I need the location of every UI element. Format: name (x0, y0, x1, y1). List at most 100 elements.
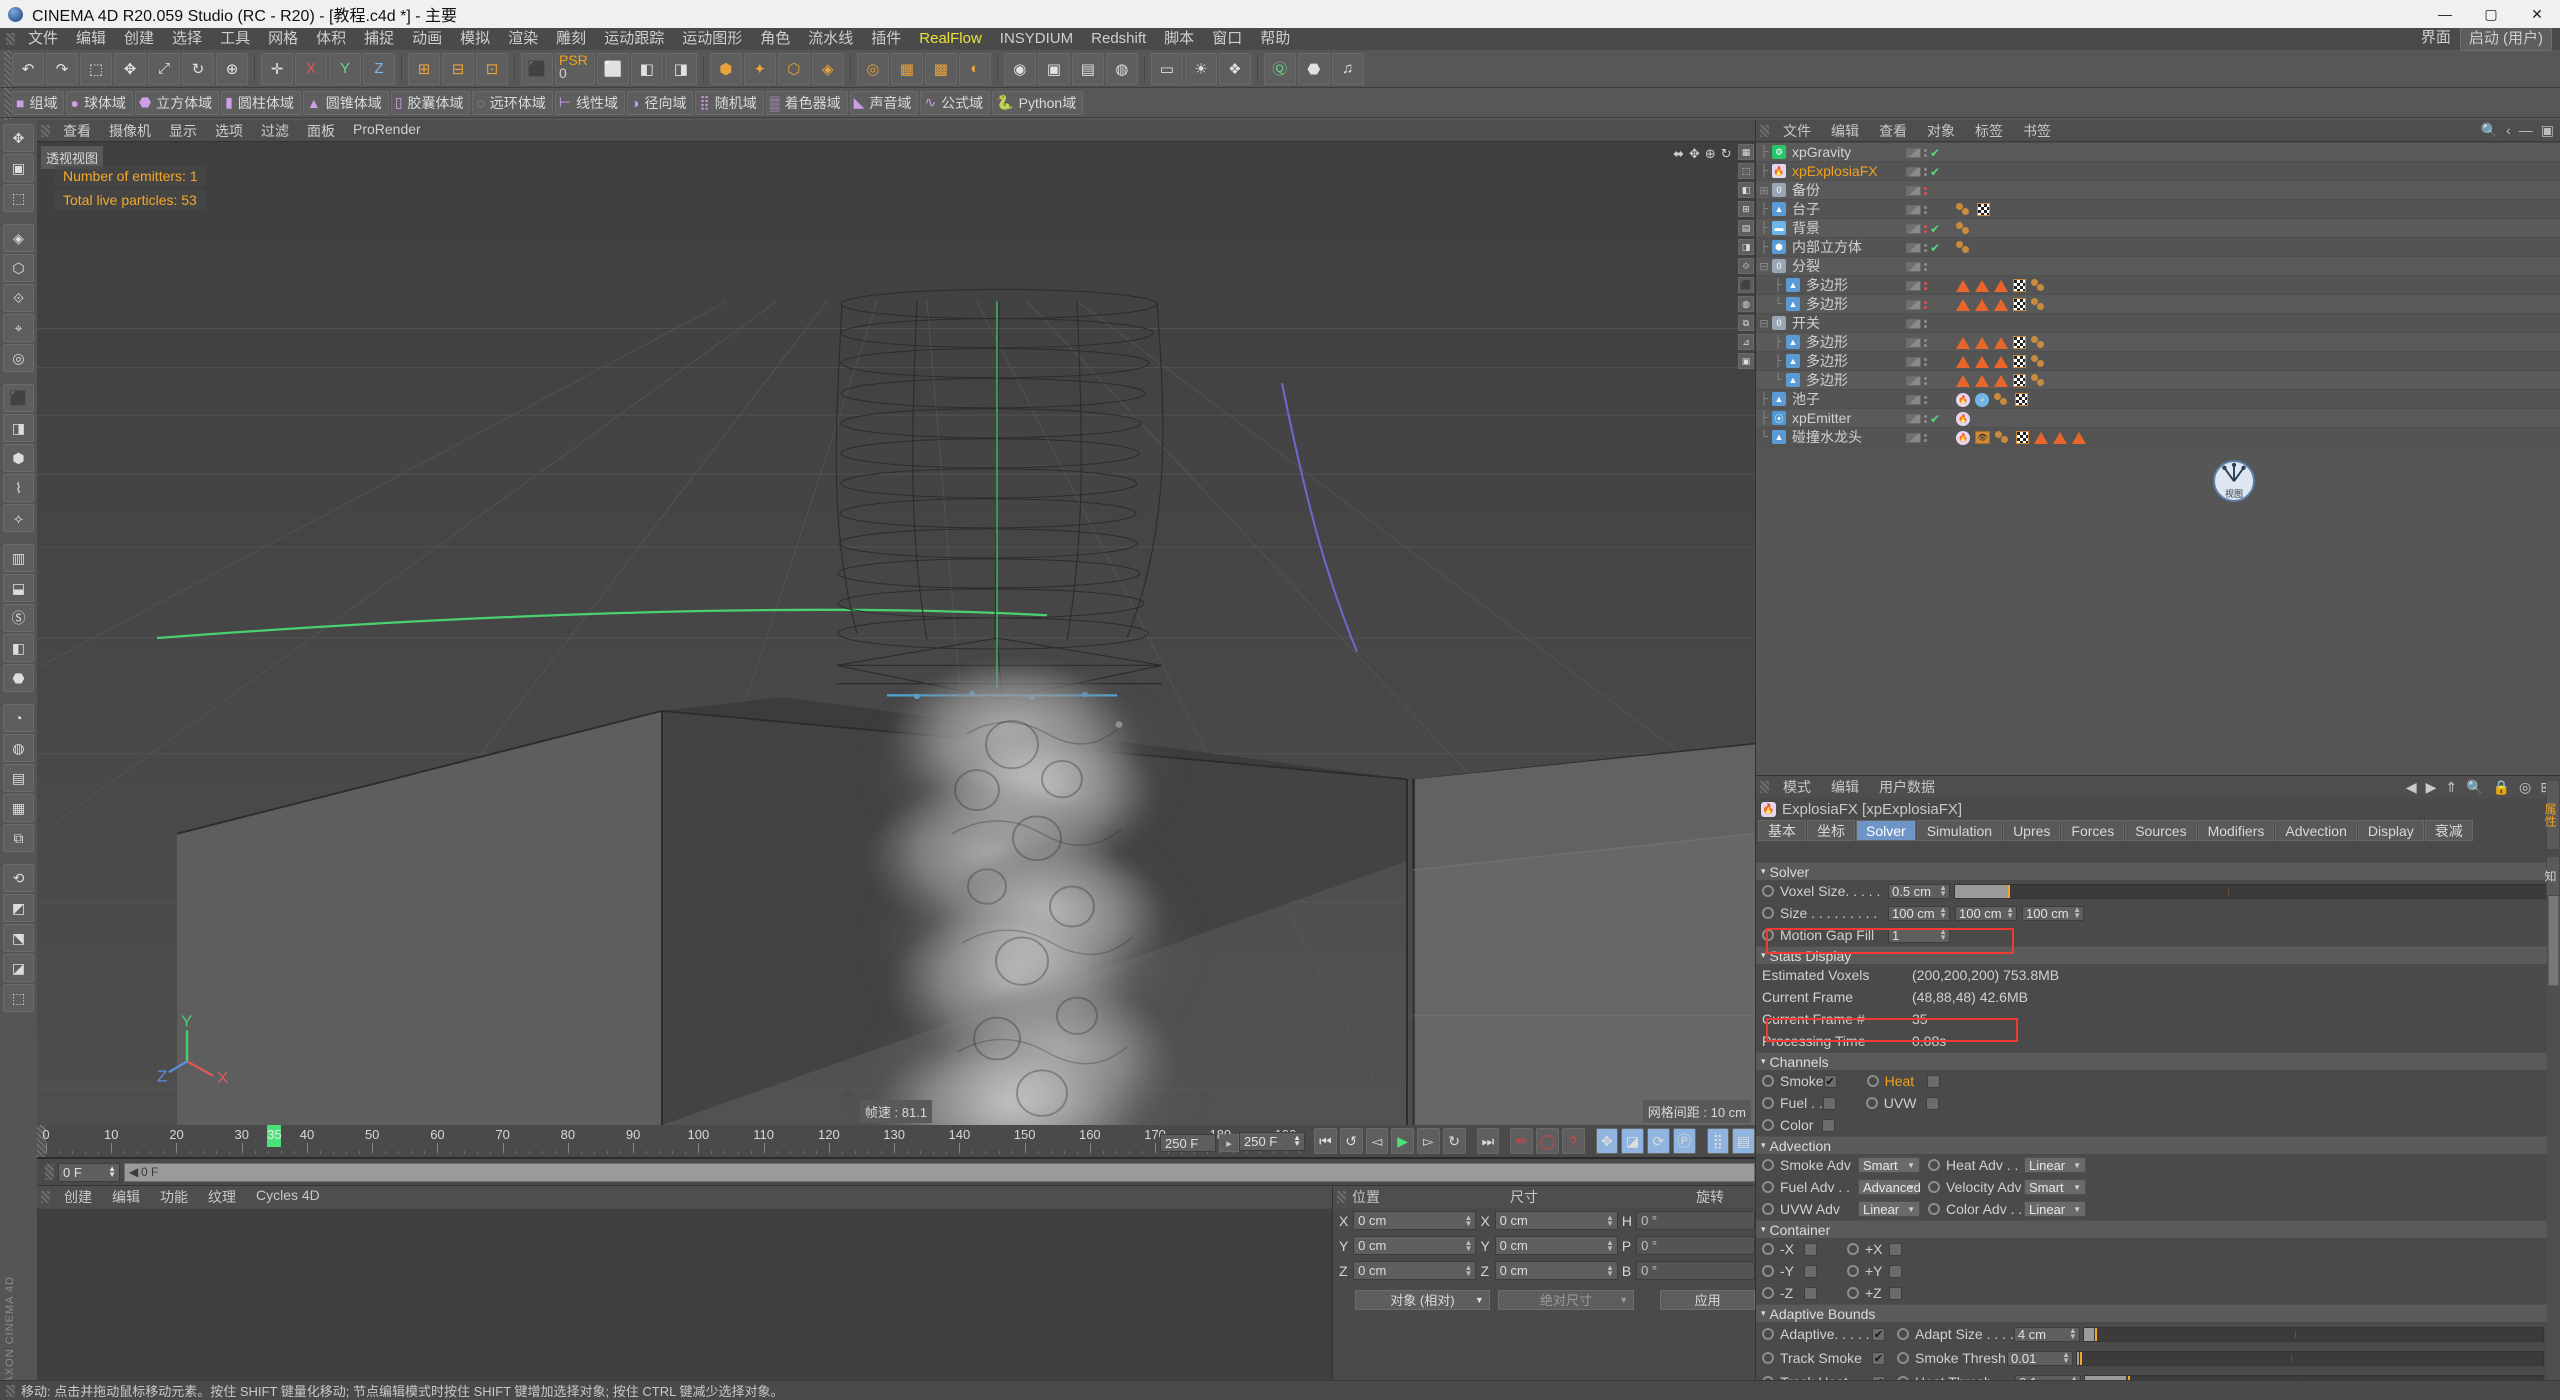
tree-toggle-icon[interactable]: └ (1756, 431, 1772, 443)
object-visibility-dots[interactable]: ✔ (1906, 162, 1940, 181)
object-menu-2[interactable]: 查看 (1869, 121, 1917, 141)
object-visibility-dots[interactable] (1906, 276, 1927, 295)
spinner-icon[interactable]: ▲▼ (1293, 1135, 1301, 1147)
visibility-toggle-icon[interactable] (1906, 376, 1921, 386)
minimize-panel-icon[interactable]: — (2519, 122, 2533, 139)
coord-input-rotation-H[interactable]: 0 ° (1636, 1211, 1755, 1230)
object-row[interactable]: └▲碰撞水龙头🔥👁 (1756, 428, 2560, 447)
left-tool-21[interactable]: ▦ (3, 794, 34, 822)
viewport-pan-icon[interactable]: ✥ (1689, 146, 1700, 162)
tree-toggle-icon[interactable]: ├ (1756, 146, 1772, 158)
motion-gap-fill-input[interactable]: 1 ▲▼ (1888, 928, 1950, 943)
visibility-dots-icon[interactable] (1924, 206, 1927, 214)
left-tool-15[interactable]: Ⓢ (3, 604, 34, 632)
advection-Fuel Adv . .[interactable]: Fuel Adv . .Advanced▼ (1762, 1179, 1920, 1195)
visibility-dots-icon[interactable] (1924, 434, 1927, 442)
chevron-down-icon[interactable]: ▼ (1907, 1183, 1915, 1192)
object-name[interactable]: 背景 (1792, 218, 1820, 238)
field-button-圆柱体域[interactable]: ▮圆柱体域 (221, 91, 301, 115)
object-row[interactable]: ⊟0开关 (1756, 314, 2560, 333)
object-menu-3[interactable]: 对象 (1917, 121, 1965, 141)
menu-item-16[interactable]: 插件 (862, 28, 910, 50)
polygon-tag-icon[interactable] (1956, 280, 1970, 292)
object-row[interactable]: └▲多边形 (1756, 371, 2560, 390)
attribute-tabs[interactable]: 基本坐标SolverSimulationUpresForcesSourcesMo… (1756, 820, 2560, 841)
adaptive-radio[interactable] (1762, 1328, 1774, 1340)
material-tag-icon[interactable] (2013, 355, 2026, 368)
object-menu-5[interactable]: 书签 (2013, 121, 2061, 141)
menu-item-17[interactable]: RealFlow (910, 28, 991, 50)
left-tool-20[interactable]: ▤ (3, 764, 34, 792)
tree-toggle-icon[interactable]: ⊟ (1756, 317, 1772, 330)
menu-item-9[interactable]: 模拟 (451, 28, 499, 50)
expand-panel-icon[interactable]: ▣ (2541, 122, 2554, 139)
viewport-menu-4[interactable]: 过滤 (252, 121, 298, 141)
object-row[interactable]: ├▬背景✔ (1756, 219, 2560, 238)
object-name[interactable]: 开关 (1792, 313, 1820, 333)
left-tool-22[interactable]: ⧉ (3, 824, 34, 852)
object-manager[interactable]: 文件编辑查看对象标签书签 🔍 ‹ — ▣ ├⚙xpGravity✔├🔥xpExp… (1755, 120, 2560, 775)
channel-Color[interactable]: Color (1762, 1117, 1835, 1133)
left-tool-10[interactable]: ⬢ (3, 444, 34, 472)
toolbar-button-22[interactable]: ◎ (857, 53, 889, 85)
object-menu-4[interactable]: 标签 (1965, 121, 2013, 141)
coordinates-row-2[interactable]: Z0 cm▲▼Z0 cm▲▼B0 ° (1333, 1258, 1755, 1283)
group-advection[interactable]: ▾ Advection (1756, 1136, 2560, 1154)
coordinates-row-1[interactable]: Y0 cm▲▼Y0 cm▲▼P0 ° (1333, 1233, 1755, 1258)
playback-button-9[interactable]: ? (1562, 1128, 1585, 1154)
polygon-tag-icon[interactable] (1994, 299, 2008, 311)
viewport-right-toolstrip[interactable]: ▦⬚◧⊞▤◨⟐⬛◍⧉⊿▣ (1737, 144, 1755, 369)
advection-radio[interactable] (1762, 1181, 1774, 1193)
advection-rows[interactable]: Smoke AdvSmart▼Heat Adv . .Linear▼Fuel A… (1756, 1154, 2560, 1220)
size-radio[interactable] (1762, 907, 1774, 919)
tree-toggle-icon[interactable]: ├ (1770, 355, 1786, 367)
adaptive-slider-1[interactable] (2076, 1351, 2544, 1366)
advection-radio[interactable] (1928, 1159, 1940, 1171)
target-icon[interactable]: ◎ (2519, 779, 2531, 796)
field-button-圆锥体域[interactable]: ▲圆锥体域 (303, 91, 389, 115)
toolbar-button-35[interactable]: ♫ (1332, 53, 1364, 85)
dynamics-tag-icon[interactable] (2031, 298, 2047, 311)
channel-radio[interactable] (1866, 1097, 1878, 1109)
object-name[interactable]: 碰撞水龙头 (1792, 427, 1862, 447)
scrubber-handle-icon[interactable]: ◀ (129, 1165, 138, 1179)
visibility-dots-icon[interactable] (1924, 263, 1927, 271)
advection-select-Fuel Adv . .[interactable]: Advanced▼ (1858, 1179, 1920, 1195)
toolbar-button-14[interactable]: ⬛ (521, 53, 553, 85)
menu-item-4[interactable]: 工具 (211, 28, 259, 50)
toolbar-button-12[interactable]: ⊟ (442, 53, 474, 85)
attribute-tab-Forces[interactable]: Forces (2061, 820, 2124, 841)
viewport-side-tool-1[interactable]: ⬚ (1738, 163, 1754, 179)
coordinates-actions[interactable]: 对象 (相对) ▼ 绝对尺寸 ▼ 应用 (1333, 1287, 1755, 1312)
object-name[interactable]: 多边形 (1806, 275, 1848, 295)
field-button-随机域[interactable]: ⣿随机域 (695, 91, 763, 115)
attribute-manager-menubar[interactable]: 模式编辑用户数据 ◀ ▶ ⇑ 🔍 🔒 ◎ ⊞ (1756, 776, 2560, 798)
psr-indicator[interactable]: PSR0 (555, 53, 595, 85)
adaptive-row-1[interactable]: Track Smoke✔Smoke Thresh0.01▲▼ (1756, 1346, 2560, 1370)
collapse-arrow-icon[interactable]: ▾ (1761, 866, 1766, 877)
attribute-tab-Display[interactable]: Display (2358, 820, 2424, 841)
advection-Heat Adv . .[interactable]: Heat Adv . .Linear▼ (1928, 1157, 2086, 1173)
coord-input-size-X[interactable]: 0 cm▲▼ (1495, 1211, 1618, 1230)
channel-UVW[interactable]: UVW (1866, 1095, 1939, 1111)
container--Y[interactable]: -Y (1762, 1263, 1817, 1279)
field-button-立方体域[interactable]: ⬣立方体域 (135, 91, 219, 115)
object-visibility-dots[interactable]: ✔ (1906, 238, 1940, 257)
container-checkbox-+Z[interactable] (1889, 1287, 1902, 1300)
toolbar-button-19[interactable]: ✦ (744, 53, 776, 85)
polygon-tag-icon[interactable] (1975, 375, 1989, 387)
channel-checkbox-UVW[interactable] (1926, 1097, 1939, 1110)
dynamics-tag-icon[interactable] (2031, 336, 2047, 349)
advection-select-Color Adv . .[interactable]: Linear▼ (2024, 1201, 2086, 1217)
material-tag-icon[interactable] (2013, 279, 2026, 292)
container-radio[interactable] (1762, 1243, 1774, 1255)
menu-item-11[interactable]: 雕刻 (547, 28, 595, 50)
toolbar-button-33[interactable]: Ⓠ (1264, 53, 1296, 85)
coordinate-mode-select[interactable]: 对象 (相对) ▼ (1355, 1290, 1490, 1310)
adaptive-field-radio[interactable] (1897, 1352, 1909, 1364)
object-row[interactable]: ├▲多边形 (1756, 276, 2560, 295)
object-visibility-dots[interactable] (1906, 181, 1927, 200)
adaptive-checkbox-1[interactable]: ✔ (1872, 1352, 1885, 1365)
polygon-tag-icon[interactable] (1994, 280, 2008, 292)
menu-item-8[interactable]: 动画 (403, 28, 451, 50)
